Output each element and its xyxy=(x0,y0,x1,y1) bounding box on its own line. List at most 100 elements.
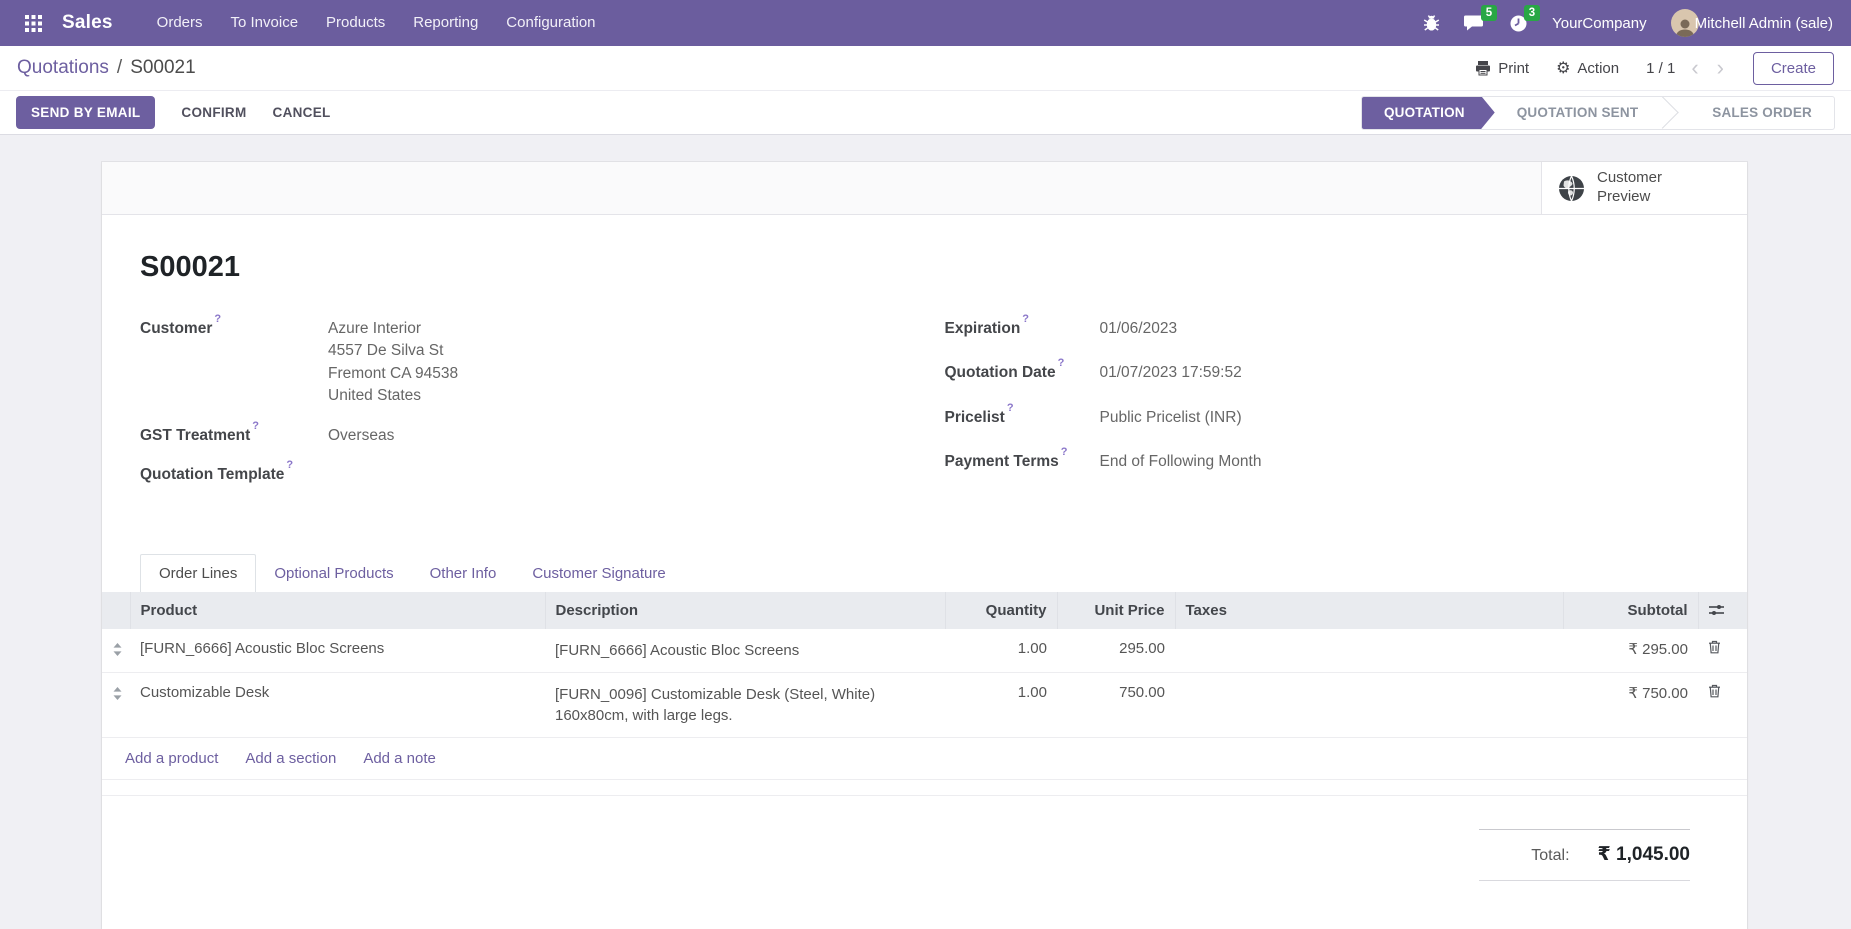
customer-name[interactable]: Azure Interior xyxy=(328,318,905,340)
product-column-header: Product xyxy=(130,592,545,629)
print-label: Print xyxy=(1498,60,1529,77)
debug-bug-button[interactable] xyxy=(1423,14,1440,32)
taxes-cell[interactable] xyxy=(1175,629,1563,673)
subtotal-cell: ₹ 295.00 xyxy=(1563,629,1698,673)
action-label: Action xyxy=(1577,60,1619,77)
messages-button[interactable]: 5 xyxy=(1464,14,1485,33)
quantity-column-header: Quantity xyxy=(945,592,1057,629)
menu-to-invoice[interactable]: To Invoice xyxy=(217,0,313,46)
order-line-row[interactable]: [FURN_6666] Acoustic Bloc Screens [FURN_… xyxy=(102,629,1747,673)
taxes-cell[interactable] xyxy=(1175,672,1563,737)
create-button[interactable]: Create xyxy=(1753,52,1834,85)
order-line-row[interactable]: Customizable Desk [FURN_0096] Customizab… xyxy=(102,672,1747,737)
field-pricelist: Pricelist? Public Pricelist (INR) xyxy=(945,407,1710,429)
product-cell[interactable]: [FURN_6666] Acoustic Bloc Screens xyxy=(130,629,545,673)
field-customer: Customer? Azure Interior 4557 De Silva S… xyxy=(140,318,905,408)
print-button[interactable]: Print xyxy=(1475,60,1529,77)
add-a-section-link[interactable]: Add a section xyxy=(245,750,336,767)
handle-column-header xyxy=(102,592,130,629)
printer-icon xyxy=(1475,60,1491,76)
tab-optional-products[interactable]: Optional Products xyxy=(256,555,411,592)
form-view-area: Customer Preview S00021 Customer? Azure … xyxy=(0,135,1851,929)
sliders-icon xyxy=(1709,603,1738,617)
stage-sales-order[interactable]: SALES ORDER xyxy=(1690,96,1834,130)
customer-value[interactable]: Azure Interior 4557 De Silva St Fremont … xyxy=(328,318,905,408)
apps-grid-icon xyxy=(25,15,42,32)
add-a-note-link[interactable]: Add a note xyxy=(363,750,436,767)
app-name[interactable]: Sales xyxy=(62,12,113,34)
globe-icon xyxy=(1558,175,1585,202)
gst-treatment-value[interactable]: Overseas xyxy=(328,425,905,447)
customer-preview-button[interactable]: Customer Preview xyxy=(1541,162,1747,214)
table-footer-strip xyxy=(102,780,1747,796)
apps-menu-button[interactable] xyxy=(18,8,48,38)
product-cell[interactable]: Customizable Desk xyxy=(130,672,545,737)
stage-quotation[interactable]: QUOTATION xyxy=(1362,96,1495,130)
quantity-cell[interactable]: 1.00 xyxy=(945,629,1057,673)
pager-count: 1 / 1 xyxy=(1646,60,1675,77)
total-value: ₹ 1,045.00 xyxy=(1598,843,1690,866)
customer-preview-label: Customer Preview xyxy=(1597,169,1681,207)
help-icon: ? xyxy=(1058,357,1065,369)
user-menu[interactable]: Mitchell Admin (sale) xyxy=(1671,9,1833,37)
delete-line-button[interactable] xyxy=(1698,629,1747,673)
stage-quotation-sent[interactable]: QUOTATION SENT xyxy=(1495,96,1661,130)
pager-next-icon[interactable]: › xyxy=(1715,57,1726,79)
customer-address: 4557 De Silva St Fremont CA 94538 United… xyxy=(328,340,905,407)
description-cell[interactable]: [FURN_6666] Acoustic Bloc Screens xyxy=(545,629,945,673)
taxes-column-header: Taxes xyxy=(1175,592,1563,629)
field-quotation-date: Quotation Date? 01/07/2023 17:59:52 xyxy=(945,362,1710,384)
quantity-cell[interactable]: 1.00 xyxy=(945,672,1057,737)
quotation-template-value[interactable] xyxy=(328,464,905,484)
payment-terms-value[interactable]: End of Following Month xyxy=(1100,451,1710,473)
payment-terms-label: Payment Terms? xyxy=(945,451,1100,473)
help-icon: ? xyxy=(1061,446,1068,458)
tab-order-lines[interactable]: Order Lines xyxy=(140,554,256,592)
company-switcher[interactable]: YourCompany xyxy=(1552,15,1647,32)
description-cell[interactable]: [FURN_0096] Customizable Desk (Steel, Wh… xyxy=(545,672,945,737)
pager: 1 / 1 ‹ › xyxy=(1646,57,1726,79)
activities-badge: 3 xyxy=(1524,5,1540,21)
pricelist-value[interactable]: Public Pricelist (INR) xyxy=(1100,407,1710,429)
drag-handle-icon[interactable] xyxy=(102,672,130,737)
quotation-title[interactable]: S00021 xyxy=(140,251,1709,284)
trash-icon xyxy=(1708,685,1721,702)
activities-button[interactable]: 3 xyxy=(1509,14,1528,33)
notebook-tabs: Order Lines Optional Products Other Info… xyxy=(140,554,1709,592)
unit-price-cell[interactable]: 750.00 xyxy=(1057,672,1175,737)
action-button[interactable]: ⚙ Action xyxy=(1556,60,1619,77)
quotation-sheet: Customer Preview S00021 Customer? Azure … xyxy=(102,162,1747,929)
delete-line-button[interactable] xyxy=(1698,672,1747,737)
top-navbar: Sales Orders To Invoice Products Reporti… xyxy=(0,0,1851,46)
confirm-button[interactable]: CONFIRM xyxy=(181,105,246,120)
add-a-product-link[interactable]: Add a product xyxy=(125,750,218,767)
field-gst-treatment: GST Treatment? Overseas xyxy=(140,425,905,447)
quotation-date-value[interactable]: 01/07/2023 17:59:52 xyxy=(1100,362,1710,384)
help-icon: ? xyxy=(1007,402,1014,414)
field-quotation-template: Quotation Template? xyxy=(140,464,905,484)
pricelist-label: Pricelist? xyxy=(945,407,1100,429)
drag-handle-icon[interactable] xyxy=(102,629,130,673)
menu-products[interactable]: Products xyxy=(312,0,399,46)
help-icon: ? xyxy=(252,420,259,432)
gst-treatment-label: GST Treatment? xyxy=(140,425,328,447)
subtotal-cell: ₹ 750.00 xyxy=(1563,672,1698,737)
tab-customer-signature[interactable]: Customer Signature xyxy=(514,555,683,592)
menu-reporting[interactable]: Reporting xyxy=(399,0,492,46)
add-line-row: Add a product Add a section Add a note xyxy=(102,737,1747,779)
gear-icon: ⚙ xyxy=(1556,60,1570,76)
smart-button-box: Customer Preview xyxy=(102,162,1747,215)
menu-configuration[interactable]: Configuration xyxy=(492,0,609,46)
cancel-button[interactable]: CANCEL xyxy=(273,105,331,120)
tab-other-info[interactable]: Other Info xyxy=(412,555,515,592)
unit-price-cell[interactable]: 295.00 xyxy=(1057,629,1175,673)
form-statusbar: SEND BY EMAIL CONFIRM CANCEL QUOTATION Q… xyxy=(0,90,1851,135)
pager-previous-icon[interactable]: ‹ xyxy=(1689,57,1700,79)
optional-columns-button[interactable] xyxy=(1698,592,1747,629)
messages-badge: 5 xyxy=(1481,5,1497,21)
menu-orders[interactable]: Orders xyxy=(143,0,217,46)
send-by-email-button[interactable]: SEND BY EMAIL xyxy=(16,96,155,129)
stage-separator-chevron-icon xyxy=(1660,96,1690,130)
breadcrumb-quotations[interactable]: Quotations xyxy=(17,57,109,79)
expiration-value[interactable]: 01/06/2023 xyxy=(1100,318,1710,340)
